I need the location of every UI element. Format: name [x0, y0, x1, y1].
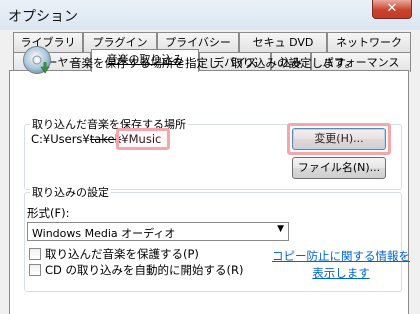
chevron-down-icon: ▼	[277, 224, 284, 234]
tab-security-dvd[interactable]: セキュ DVD	[239, 32, 327, 52]
protect-music-label: 取り込んだ音楽を保護する(P)	[45, 247, 199, 261]
auto-rip-label: CD の取り込みを自動的に開始する(R)	[45, 263, 244, 277]
rip-description: 音楽を保存する場所を指定し、取り込みの設定します。	[70, 56, 357, 70]
change-button-highlight	[287, 123, 391, 155]
protect-music-checkbox[interactable]	[29, 248, 41, 260]
window-title: オプション	[8, 9, 78, 25]
tab-label: プライバシー	[165, 36, 231, 49]
close-button[interactable]: ✕	[372, 0, 412, 19]
filename-button[interactable]: ファイル名(N)...	[292, 157, 386, 179]
link-line-1: コピー防止に関する情報を	[272, 249, 410, 263]
close-icon: ✕	[386, 1, 398, 16]
format-label: 形式(F):	[27, 206, 70, 220]
tab-label: ネットワーク	[336, 36, 402, 49]
rip-settings-legend: 取り込みの設定	[30, 184, 111, 200]
tab-label: セキュ DVD	[252, 36, 314, 49]
format-select[interactable]: Windows Media オーディオ ▼	[27, 222, 289, 241]
copy-protection-info-link[interactable]: コピー防止に関する情報を 表示します	[262, 248, 420, 282]
path-prefix: C:¥Users¥	[31, 132, 90, 146]
tab-network[interactable]: ネットワーク	[327, 32, 411, 52]
title-bar: オプション ✕	[0, 0, 420, 30]
auto-rip-checkbox[interactable]	[29, 264, 41, 276]
cd-disc-icon	[23, 46, 51, 74]
link-line-2: 表示します	[312, 266, 370, 280]
options-dialog: オプション ✕ ライブラリ プラグイン プライバシー セキュ DVD ネットワー…	[0, 0, 420, 314]
path-highlight	[116, 128, 170, 150]
format-selected-value: Windows Media オーディオ	[32, 227, 176, 240]
tab-label: プラグイン	[92, 36, 148, 49]
